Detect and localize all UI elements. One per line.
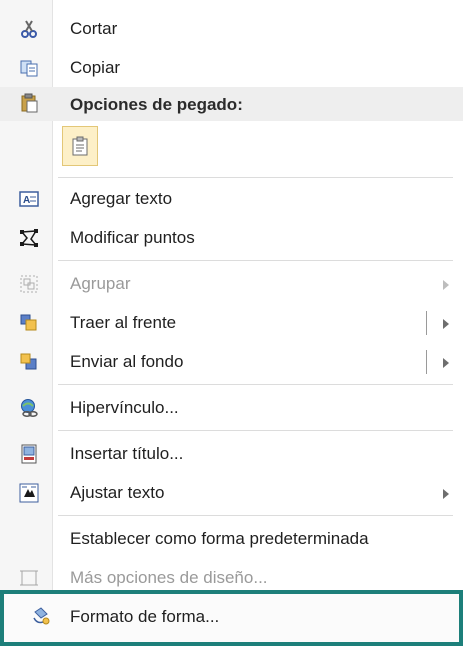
context-menu: Cortar Copiar Opciones de pegado: A Agre…: [0, 0, 463, 646]
menu-item-label: Ajustar texto: [70, 483, 165, 502]
menu-item-send-to-back[interactable]: Enviar al fondo: [0, 343, 463, 381]
menu-item-label: Modificar puntos: [70, 228, 195, 247]
submenu-arrow-icon: [443, 489, 449, 499]
menu-item-add-text[interactable]: A Agregar texto: [0, 180, 463, 218]
hyperlink-icon: [19, 398, 39, 418]
split-button-divider: [426, 350, 427, 374]
menu-item-copy[interactable]: Copiar: [0, 49, 463, 87]
menu-item-label: Copiar: [70, 58, 121, 77]
caption-icon: [19, 444, 39, 464]
menu-item-label: Formato de forma...: [70, 607, 220, 626]
copy-icon: [19, 58, 39, 78]
send-to-back-icon: [19, 352, 39, 372]
paste-options-header: Opciones de pegado:: [0, 87, 463, 121]
paste-keep-formatting-button[interactable]: [62, 126, 98, 166]
menu-separator: [58, 515, 453, 516]
submenu-arrow-icon[interactable]: [443, 319, 449, 329]
menu-item-label: Agrupar: [70, 274, 131, 293]
submenu-arrow-icon[interactable]: [443, 358, 449, 368]
edit-points-icon: [19, 228, 39, 248]
menu-item-label: Cortar: [70, 19, 118, 38]
menu-item-label: Agregar texto: [70, 189, 173, 208]
menu-item-label: Hipervínculo...: [70, 398, 179, 417]
menu-item-format-shape[interactable]: Formato de forma...: [0, 590, 463, 646]
menu-separator: [58, 384, 453, 385]
menu-item-hyperlink[interactable]: Hipervínculo...: [0, 389, 463, 427]
menu-item-label: Traer al frente: [70, 313, 177, 332]
bring-to-front-icon: [19, 313, 39, 333]
text-box-icon: A: [19, 189, 39, 209]
menu-item-label: Más opciones de diseño...: [70, 568, 268, 587]
paste-icon: [19, 93, 39, 113]
menu-item-label: Insertar título...: [70, 444, 184, 463]
scissors-icon: [19, 19, 39, 39]
menu-item-cut[interactable]: Cortar: [0, 10, 463, 48]
format-shape-icon: [31, 606, 51, 626]
menu-separator: [58, 430, 453, 431]
submenu-arrow-icon: [443, 280, 449, 290]
menu-item-edit-points[interactable]: Modificar puntos: [0, 219, 463, 257]
menu-item-set-default-shape[interactable]: Establecer como forma predeterminada: [0, 520, 463, 558]
layout-options-icon: [19, 568, 39, 588]
section-header-label: Opciones de pegado:: [70, 95, 243, 114]
menu-item-label: Establecer como forma predeterminada: [70, 529, 369, 548]
menu-separator: [58, 260, 453, 261]
wrap-text-icon: [19, 483, 39, 503]
menu-item-wrap-text[interactable]: Ajustar texto: [0, 474, 463, 512]
split-button-divider: [426, 311, 427, 335]
menu-separator: [58, 177, 453, 178]
menu-item-group: Agrupar: [0, 265, 463, 303]
svg-text:A: A: [23, 195, 30, 206]
menu-item-label: Enviar al fondo: [70, 352, 184, 371]
paste-keep-format-icon: [70, 136, 90, 156]
menu-item-insert-caption[interactable]: Insertar título...: [0, 435, 463, 473]
group-icon: [19, 274, 39, 294]
menu-item-bring-to-front[interactable]: Traer al frente: [0, 304, 463, 342]
